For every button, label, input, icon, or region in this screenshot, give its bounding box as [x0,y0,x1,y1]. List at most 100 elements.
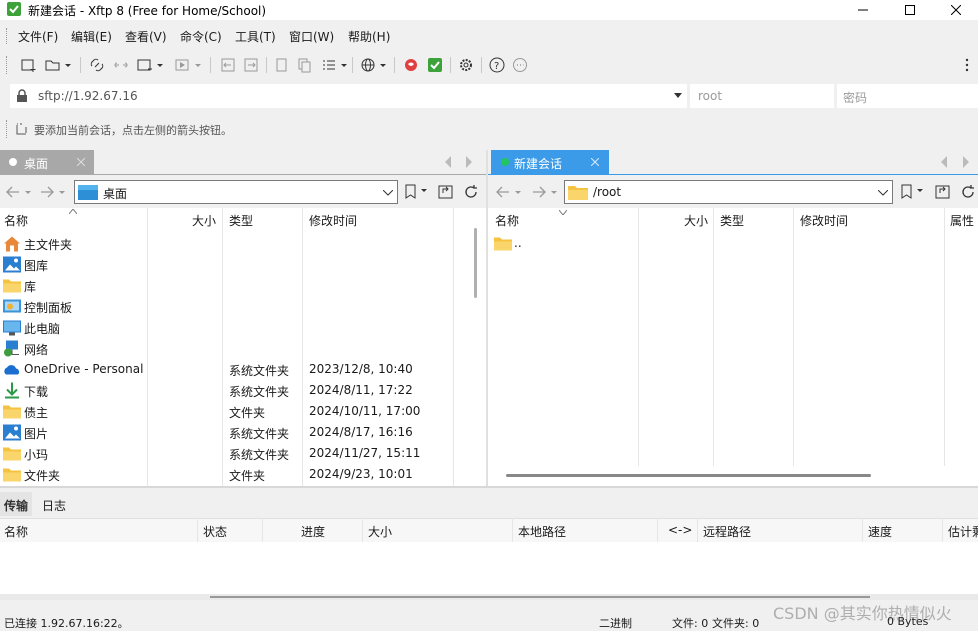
disconnect-icon[interactable] [112,55,130,75]
tab-next-icon[interactable] [962,156,970,168]
local-scroll-thumb[interactable] [474,228,477,298]
col-size[interactable]: 大小 [684,208,708,230]
path-dropdown-icon[interactable] [878,190,888,196]
refresh-icon[interactable] [960,184,976,200]
col-name[interactable]: 名称 [495,208,519,230]
col-name[interactable]: 名称 [4,208,28,230]
play-icon[interactable] [174,55,202,75]
list-item[interactable]: 小玛 系统文件夹 2024/11/27, 15:11 [0,443,486,464]
col-type[interactable]: 类型 [229,208,253,230]
local-scrollbar[interactable] [470,228,486,486]
maximize-button[interactable] [887,0,933,20]
tab-log[interactable]: 日志 [38,492,70,516]
list-item[interactable]: 此电脑 [0,317,486,338]
path-dropdown-icon[interactable] [383,190,393,196]
tab-desktop[interactable]: 桌面 [0,150,94,174]
file-type: 文件夹 [229,469,266,483]
menu-file[interactable]: 文件(F) [18,28,58,45]
help-icon[interactable]: ? [488,55,506,75]
copy-icon[interactable] [273,55,291,75]
parent-folder-icon[interactable] [935,184,951,200]
remote-file-list[interactable]: 名称 大小 类型 修改时间 属性 .. [488,208,978,486]
close-tab-icon[interactable] [77,158,85,166]
list-item[interactable]: 库 [0,275,486,296]
list-item[interactable]: 主文件夹 [0,233,486,254]
parent-folder-icon[interactable] [438,184,454,200]
menu-edit[interactable]: 编辑(E) [71,28,112,45]
tab-status-dot [9,158,17,166]
new-session-icon[interactable] [20,55,38,75]
transfer-hscroll-thumb[interactable] [210,596,870,598]
view-list-icon[interactable] [320,55,348,75]
file-modified: 2024/8/17, 16:16 [309,425,413,439]
remote-hscroll-thumb[interactable] [506,474,871,477]
forward-icon[interactable] [532,186,558,198]
list-item[interactable]: .. [488,233,978,254]
chevron-down-icon[interactable] [674,93,682,99]
xshell-icon[interactable] [402,55,420,75]
desktop-icon [78,185,98,200]
globe-icon[interactable] [359,55,387,75]
local-path-input[interactable]: 桌面 [74,180,398,204]
menu-window[interactable]: 窗口(W) [289,28,334,45]
file-name: .. [514,236,522,250]
minimize-button[interactable] [840,0,886,20]
transfer-right-icon[interactable] [242,55,260,75]
paste-icon[interactable] [296,55,314,75]
remote-path-input[interactable]: /root [564,180,893,204]
add-session-icon[interactable] [16,123,30,136]
tab-prev-icon[interactable] [444,156,452,168]
chat-icon[interactable] [511,55,529,75]
refresh-icon[interactable] [463,184,479,200]
menu-command[interactable]: 命令(C) [180,28,222,45]
list-item[interactable]: 图片 系统文件夹 2024/8/17, 16:16 [0,422,486,443]
menu-view[interactable]: 查看(V) [125,28,167,45]
transfer-mode[interactable]: 二进制 [599,615,632,631]
list-item[interactable]: 下载 系统文件夹 2024/8/11, 17:22 [0,380,486,401]
transfer-list[interactable] [0,542,978,594]
back-icon[interactable] [496,186,522,198]
back-icon[interactable] [6,186,32,198]
menu-tools[interactable]: 工具(T) [235,28,276,45]
open-folder-icon[interactable] [44,55,72,75]
col-attributes[interactable]: 属性 [950,208,974,230]
password-input[interactable]: 密码 [837,84,978,108]
menu-help[interactable]: 帮助(H) [348,28,390,45]
more-options-icon[interactable] [964,55,970,75]
xftp-icon[interactable] [426,55,444,75]
list-item[interactable]: 网络 [0,338,486,359]
window-title: 新建会话 - Xftp 8 (Free for Home/School) [28,4,267,18]
bookmark-icon[interactable] [900,184,924,200]
tab-new-session[interactable]: 新建会话 [491,150,609,174]
col-size[interactable]: 大小 [192,208,216,230]
settings-icon[interactable] [457,55,475,75]
col-modified[interactable]: 修改时间 [309,208,357,230]
list-item[interactable]: 控制面板 [0,296,486,317]
remote-path-text: /root [593,185,622,199]
tab-transfer[interactable]: 传输 [0,492,33,516]
connect-icon[interactable] [88,55,106,75]
list-item[interactable]: 债主 文件夹 2024/10/11, 17:00 [0,401,486,422]
close-button[interactable] [933,0,978,20]
forward-icon[interactable] [40,186,66,198]
status-bar: 已连接 1.92.67.16:22。 二进制 文件: 0 文件夹: 0 0 By… [0,604,978,631]
host-input[interactable]: sftp://1.92.67.16 [10,84,687,108]
file-modified: 2024/9/23, 10:01 [309,467,413,481]
tab-next-icon[interactable] [465,156,473,168]
local-path-row: 桌面 [0,178,486,206]
file-name: 此电脑 [24,322,61,336]
close-tab-icon[interactable] [591,158,599,166]
tab-prev-icon[interactable] [940,156,948,168]
list-item[interactable]: 文件夹 文件夹 2024/9/23, 10:01 [0,464,486,485]
username-input[interactable]: root [690,84,834,108]
svg-text:?: ? [494,61,499,72]
terminal-icon[interactable] [136,55,164,75]
bookmark-icon[interactable] [404,184,428,200]
local-file-list[interactable]: 名称 大小 类型 修改时间 主文件夹 图库库控制面板此电脑网络 OneDrive -… [0,208,486,486]
list-item[interactable]: 图库 [0,254,486,275]
col-type[interactable]: 类型 [720,208,744,230]
file-type: 系统文件夹 [229,385,290,399]
transfer-left-icon[interactable] [219,55,237,75]
list-item[interactable]: OneDrive - Personal 系统文件夹 2023/12/8, 10:40 [0,359,486,380]
col-modified[interactable]: 修改时间 [800,208,848,230]
